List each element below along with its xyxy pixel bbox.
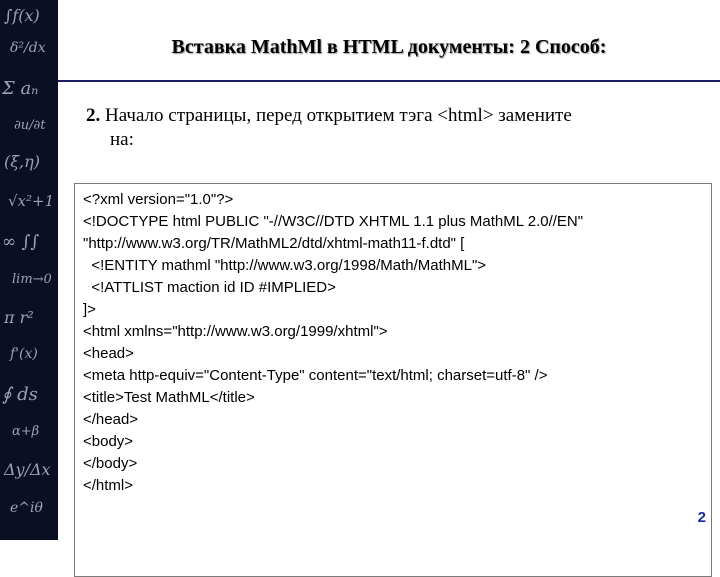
formula-glyph: ∂u/∂t bbox=[14, 118, 46, 133]
formula-glyph: (ξ,η) bbox=[4, 152, 40, 171]
title-bar: Вставка MathMl в HTML документы: 2 Спосо… bbox=[58, 0, 720, 82]
formula-glyph: Σ aₙ bbox=[2, 78, 39, 99]
code-line: </head> bbox=[83, 411, 139, 428]
formula-glyph: f'(x) bbox=[10, 346, 38, 362]
formula-glyph: e^iθ bbox=[10, 500, 43, 516]
code-line: <title>Test MathML</title> bbox=[83, 389, 255, 406]
code-line: <html xmlns="http://www.w3.org/1999/xhtm… bbox=[83, 323, 388, 340]
code-line: <!ATTLIST maction id ID #IMPLIED> bbox=[83, 279, 336, 296]
step-instruction: 2. Начало страницы, перед открытием тэга… bbox=[86, 104, 706, 152]
formula-glyph: π r² bbox=[4, 308, 34, 327]
formula-glyph: Δy/Δx bbox=[4, 460, 51, 479]
code-line: </html> bbox=[83, 477, 134, 494]
code-block: <?xml version="1.0"?> <!DOCTYPE html PUB… bbox=[74, 183, 712, 577]
formula-glyph: ∫f(x) bbox=[4, 6, 40, 25]
page-number: 2 bbox=[697, 509, 706, 526]
step-number: 2. bbox=[86, 105, 101, 126]
formula-glyph: ∞ ∫∫ bbox=[2, 232, 40, 252]
code-line: <!DOCTYPE html PUBLIC "-//W3C//DTD XHTML… bbox=[83, 213, 584, 230]
code-line: ]> bbox=[83, 301, 96, 318]
formula-glyph: ∮ ds bbox=[2, 384, 38, 405]
decorative-formula-sidebar: ∫f(x) δ²/dx Σ aₙ ∂u/∂t (ξ,η) √x²+1 ∞ ∫∫ … bbox=[0, 0, 58, 540]
code-line: </body> bbox=[83, 455, 138, 472]
code-line: <head> bbox=[83, 345, 134, 362]
slide-content: 2. Начало страницы, перед открытием тэга… bbox=[58, 82, 720, 577]
formula-glyph: δ²/dx bbox=[10, 40, 46, 56]
code-line: <!ENTITY mathml "http://www.w3.org/1998/… bbox=[83, 257, 487, 274]
code-line: "http://www.w3.org/TR/MathML2/dtd/xhtml-… bbox=[83, 235, 465, 252]
step-text-line2: на: bbox=[110, 129, 134, 150]
slide-title: Вставка MathMl в HTML документы: 2 Спосо… bbox=[171, 36, 607, 58]
code-line: <?xml version="1.0"?> bbox=[83, 191, 234, 208]
step-text-line1: Начало страницы, перед открытием тэга <h… bbox=[105, 105, 572, 126]
code-line: <meta http-equiv="Content-Type" content=… bbox=[83, 367, 548, 384]
formula-glyph: √x²+1 bbox=[8, 192, 55, 210]
code-line: <body> bbox=[83, 433, 134, 450]
formula-glyph: lim→0 bbox=[12, 272, 52, 287]
formula-glyph: α+β bbox=[12, 424, 40, 439]
